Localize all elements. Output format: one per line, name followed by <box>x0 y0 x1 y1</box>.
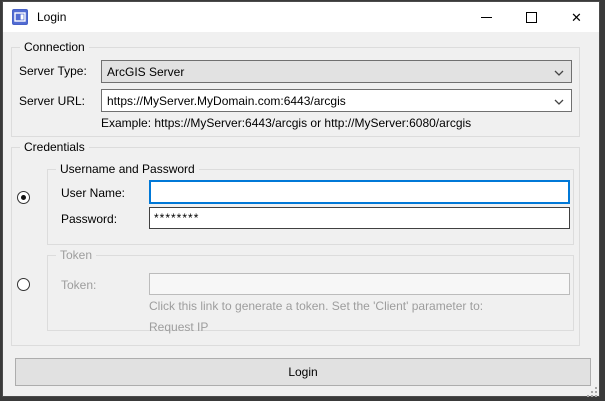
password-label: Password: <box>61 212 117 226</box>
maximize-icon <box>526 12 537 23</box>
minimize-icon <box>481 17 492 18</box>
token-group-legend: Token <box>56 248 96 262</box>
chevron-down-icon <box>554 94 564 108</box>
maximize-button[interactable] <box>509 2 554 32</box>
token-input[interactable] <box>149 273 570 295</box>
window-controls: ✕ <box>464 2 599 32</box>
server-url-example-text: Example: https://MyServer:6443/arcgis or… <box>101 116 471 130</box>
username-password-legend: Username and Password <box>56 162 199 176</box>
titlebar[interactable]: Login ✕ <box>3 2 599 32</box>
connection-group-legend: Connection <box>20 40 89 54</box>
server-url-combobox[interactable]: https://MyServer.MyDomain.com:6443/arcgi… <box>101 89 572 112</box>
radio-selected-dot <box>21 195 26 200</box>
server-url-label: Server URL: <box>19 94 85 108</box>
token-label: Token: <box>61 278 96 292</box>
user-name-label: User Name: <box>61 186 125 200</box>
server-type-label: Server Type: <box>19 64 87 78</box>
username-password-radio[interactable] <box>17 191 30 204</box>
credentials-group-legend: Credentials <box>20 140 89 154</box>
token-radio[interactable] <box>17 278 30 291</box>
server-url-value: https://MyServer.MyDomain.com:6443/arcgi… <box>107 94 346 108</box>
token-help-text: Click this link to generate a token. Set… <box>149 299 483 313</box>
server-type-value: ArcGIS Server <box>107 65 184 79</box>
desktop-background: Login ✕ Connection Server Type: ArcGIS S… <box>0 0 605 401</box>
chevron-down-icon <box>554 65 564 79</box>
minimize-button[interactable] <box>464 2 509 32</box>
window-title: Login <box>37 10 66 24</box>
password-input[interactable] <box>149 207 570 229</box>
request-ip-link[interactable]: Request IP <box>149 320 208 334</box>
server-type-dropdown[interactable]: ArcGIS Server <box>101 60 572 83</box>
close-icon: ✕ <box>571 11 582 24</box>
login-dialog: Login ✕ Connection Server Type: ArcGIS S… <box>2 1 600 397</box>
login-button[interactable]: Login <box>15 358 591 386</box>
resize-grip[interactable] <box>586 384 597 395</box>
app-form-icon <box>12 9 28 25</box>
close-button[interactable]: ✕ <box>554 2 599 32</box>
user-name-input[interactable] <box>149 180 570 204</box>
login-button-label: Login <box>288 365 317 379</box>
